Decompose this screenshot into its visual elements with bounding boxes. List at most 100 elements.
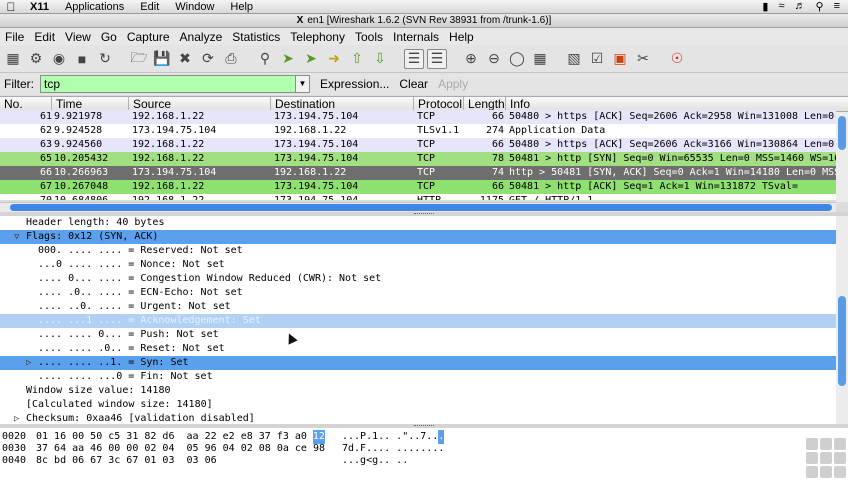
detail-text: [Calculated window size: 14180]: [26, 399, 213, 410]
menu-help[interactable]: Help: [444, 30, 479, 44]
go-to-packet-icon[interactable]: ➜: [324, 49, 344, 69]
detail-line[interactable]: ▽ Flags: 0x12 (SYN, ACK): [0, 230, 836, 244]
packet-cell-dst: 173.194.75.104: [274, 111, 359, 122]
packet-cell-no: 65: [39, 153, 52, 164]
packet-cell-time: 10.267048: [54, 181, 109, 192]
packet-cell-src: 192.168.1.22: [132, 181, 205, 192]
packet-row[interactable]: 65 10.205432 192.168.1.22 173.194.75.104 TCP…: [0, 152, 836, 166]
splitter-grip[interactable]: [414, 213, 434, 215]
menu-edit[interactable]: Edit: [29, 30, 60, 44]
packet-row[interactable]: 7010.684806192.168.1.22173.194.75.104HTT…: [0, 194, 836, 200]
go-forward-icon[interactable]: ➤: [301, 49, 321, 69]
packet-list-vertical-scrollbar[interactable]: [836, 112, 848, 202]
print-icon[interactable]: ⎙: [221, 49, 241, 69]
mac-menu-applications[interactable]: Applications: [57, 1, 132, 13]
clear-button[interactable]: Clear: [399, 77, 428, 91]
save-file-icon[interactable]: 💾: [152, 49, 172, 69]
auto-scroll-icon[interactable]: ☰: [427, 48, 447, 69]
detail-line[interactable]: Header length: 40 bytes: [0, 216, 836, 230]
detail-line[interactable]: .... ..0. .... = Urgent: Not set: [0, 300, 836, 314]
go-back-icon[interactable]: ➤: [278, 49, 298, 69]
battery-icon[interactable]: ▮: [762, 0, 768, 13]
expand-open-icon[interactable]: ▽: [14, 230, 19, 244]
detail-line[interactable]: .... .... 0... = Push: Not set: [0, 328, 836, 342]
menu-capture[interactable]: Capture: [122, 30, 175, 44]
packet-row[interactable]: 61 9.921978 192.168.1.22 173.194.75.104 TCP 6…: [0, 110, 836, 124]
detail-line[interactable]: ▷ .... .... ..1. = Syn: Set: [0, 356, 836, 370]
coloring-rules-icon[interactable]: ▣: [610, 49, 630, 69]
toolbar-separator: [118, 49, 126, 69]
resize-columns-icon[interactable]: ▦: [530, 49, 550, 69]
packet-row[interactable]: 63 9.924560 192.168.1.22 173.194.75.104 TCP 6…: [0, 138, 836, 152]
detail-line[interactable]: .... .... .0.. = Reset: Not set: [0, 342, 836, 356]
detail-line[interactable]: .... ...1 .... = Acknowledgement: Set: [0, 314, 836, 328]
zoom-out-icon[interactable]: ⊖: [484, 49, 504, 69]
scrollbar-thumb[interactable]: [838, 296, 846, 386]
packet-row[interactable]: 66 10.266963 173.194.75.104 192.168.1.22 TCP…: [0, 166, 836, 180]
mac-menu-window[interactable]: Window: [167, 1, 222, 13]
filter-input[interactable]: tcp: [40, 75, 296, 93]
menu-statistics[interactable]: Statistics: [227, 30, 285, 44]
start-capture-icon[interactable]: ◉: [49, 49, 69, 69]
menu-file[interactable]: File: [0, 30, 29, 44]
packet-cell-dst: 173.194.75.104: [274, 181, 359, 192]
preferences-icon[interactable]: ✂: [633, 49, 653, 69]
close-file-icon[interactable]: ✖: [175, 49, 195, 69]
menu-analyze[interactable]: Analyze: [175, 30, 228, 44]
help-icon[interactable]: ☉: [667, 49, 687, 69]
detail-line[interactable]: .... .0.. .... = ECN-Echo: Not set: [0, 286, 836, 300]
packet-row[interactable]: 67 10.267048 192.168.1.22 173.194.75.104 TCP…: [0, 180, 836, 194]
detail-line[interactable]: .... 0... .... = Congestion Window Reduc…: [0, 272, 836, 286]
expand-closed-icon[interactable]: ▷: [26, 356, 31, 370]
expand-closed-icon[interactable]: ▷: [14, 412, 19, 424]
detail-line[interactable]: Window size value: 14180: [0, 384, 836, 398]
wifi-icon[interactable]: ≈: [778, 0, 784, 13]
filter-dropdown-chevron-icon[interactable]: ▼: [296, 75, 310, 93]
display-filters-icon[interactable]: ☑: [587, 49, 607, 69]
apply-button[interactable]: Apply: [438, 77, 468, 91]
scrollbar-thumb[interactable]: [838, 116, 846, 150]
menu-telephony[interactable]: Telephony: [285, 30, 350, 44]
apple-icon[interactable]: : [0, 0, 22, 14]
detail-line[interactable]: [Calculated window size: 14180]: [0, 398, 836, 412]
detail-line[interactable]: .... .... ...0 = Fin: Not set: [0, 370, 836, 384]
packet-cell-dst: 173.194.75.104: [274, 153, 359, 164]
scrollbar-thumb[interactable]: [10, 204, 832, 211]
menu-view[interactable]: View: [60, 30, 96, 44]
menu-tools[interactable]: Tools: [350, 30, 388, 44]
detail-text: Window size value: 14180: [26, 385, 171, 396]
detail-line[interactable]: ▷ Checksum: 0xaa46 [validation disabled]: [0, 412, 836, 424]
capture-filters-icon[interactable]: ▧: [564, 49, 584, 69]
menu-go[interactable]: Go: [96, 30, 122, 44]
find-packet-icon[interactable]: ⚲: [255, 49, 275, 69]
spotlight-search-icon[interactable]: ⚲: [816, 0, 824, 13]
stop-capture-icon[interactable]: ■: [72, 49, 92, 69]
detail-line[interactable]: 000. .... .... = Reserved: Not set: [0, 244, 836, 258]
packet-cell-info: 50480 > https [ACK] Seq=2606 Ack=3166 Wi…: [509, 139, 835, 150]
mac-menu-help[interactable]: Help: [222, 1, 261, 13]
packet-row[interactable]: 62 9.924528 173.194.75.104 192.168.1.22 TLSv…: [0, 124, 836, 138]
last-packet-icon[interactable]: ⇩: [370, 49, 390, 69]
open-file-icon[interactable]: 🗁: [129, 49, 149, 69]
grid-cell: [806, 466, 818, 478]
detail-line[interactable]: ...0 .... .... = Nonce: Not set: [0, 258, 836, 272]
zoom-normal-icon[interactable]: ◯: [507, 49, 527, 69]
zoom-in-icon[interactable]: ⊕: [461, 49, 481, 69]
mac-menu-app[interactable]: X11: [22, 1, 57, 13]
expression-button[interactable]: Expression...: [320, 77, 389, 91]
x11-icon: X: [296, 15, 304, 26]
packet-details-vertical-scrollbar[interactable]: [836, 216, 848, 424]
interfaces-icon[interactable]: ▦: [3, 49, 23, 69]
toolbar-separator: [656, 49, 664, 69]
first-packet-icon[interactable]: ⇧: [347, 49, 367, 69]
volume-icon[interactable]: ♬: [795, 0, 806, 13]
restart-capture-icon[interactable]: ↻: [95, 49, 115, 69]
reload-icon[interactable]: ⟳: [198, 49, 218, 69]
colorize-icon[interactable]: ☰: [404, 48, 424, 69]
list-icon[interactable]: ≡: [834, 0, 840, 13]
packet-list-horizontal-scrollbar[interactable]: [0, 202, 836, 212]
splitter-grip[interactable]: [414, 425, 434, 427]
mac-menu-edit[interactable]: Edit: [132, 1, 167, 13]
menu-internals[interactable]: Internals: [388, 30, 444, 44]
capture-options-icon[interactable]: ⚙: [26, 49, 46, 69]
